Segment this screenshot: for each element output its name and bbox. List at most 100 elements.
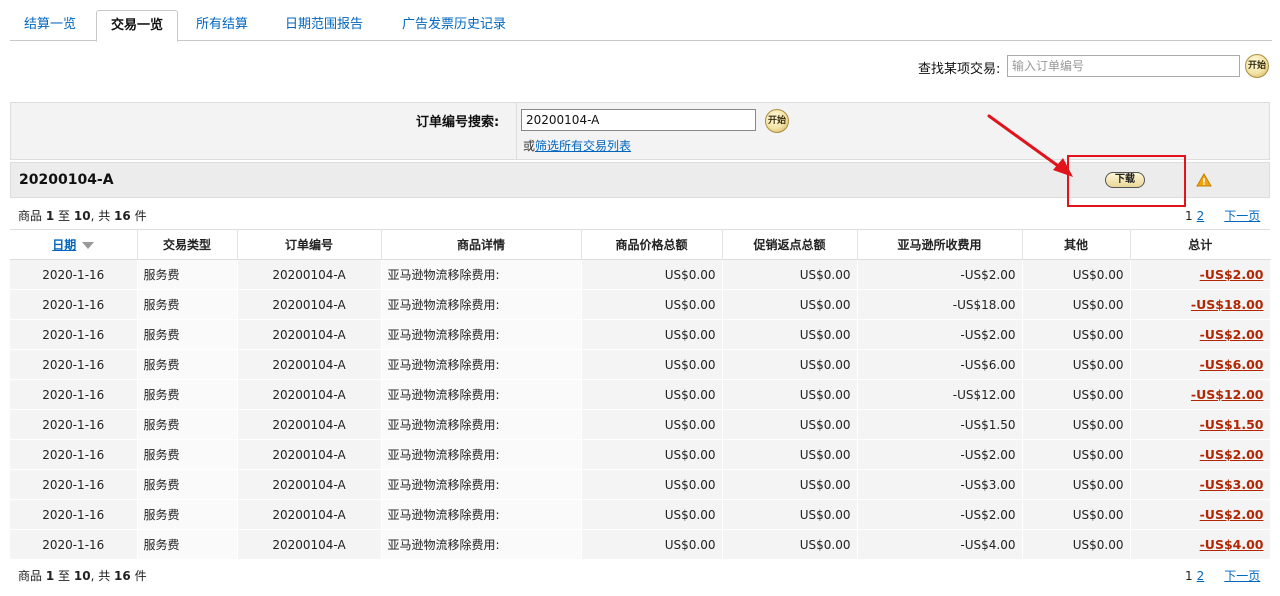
cell-detail: 亚马逊物流移除费用: [381,289,582,320]
table-row: 2020-1-16 服务费 20200104-A 亚马逊物流移除费用: US$0.00 U… [10,469,1271,500]
cell-other: US$0.00 [1022,409,1131,440]
cell-total: -US$2.00 [1130,439,1271,470]
cell-date: 2020-1-16 [10,499,138,530]
cell-total: -US$12.00 [1130,379,1271,410]
table-header-row: 日期 交易类型 订单编号 商品详情 商品价格总额 促销返点总额 亚马逊所收费用 … [10,229,1270,260]
cell-type: 服务费 [137,349,238,380]
cell-date: 2020-1-16 [10,349,138,380]
column-header-price-total: 商品价格总额 [581,229,723,260]
column-header-order: 订单编号 [237,229,382,260]
cell-detail: 亚马逊物流移除费用: [381,409,582,440]
cell-detail: 亚马逊物流移除费用: [381,349,582,380]
panel-divider [516,103,517,159]
cell-total: -US$3.00 [1130,469,1271,500]
cell-type: 服务费 [137,319,238,350]
total-amount-link[interactable]: -US$2.00 [1200,267,1264,282]
cell-promo-total: US$0.00 [722,349,858,380]
cell-promo-total: US$0.00 [722,439,858,470]
cell-other: US$0.00 [1022,319,1131,350]
cell-promo-total: US$0.00 [722,499,858,530]
cell-total: -US$1.50 [1130,409,1271,440]
cell-other: US$0.00 [1022,499,1131,530]
tab-ad-invoice-history[interactable]: 广告发票历史记录 [384,10,524,41]
total-amount-link[interactable]: -US$2.00 [1200,507,1264,522]
total-amount-link[interactable]: -US$2.00 [1200,327,1264,342]
cell-detail: 亚马逊物流移除费用: [381,319,582,350]
cell-price-total: US$0.00 [581,319,723,350]
cell-promo-total: US$0.00 [722,379,858,410]
cell-date: 2020-1-16 [10,529,138,560]
tab-bar: 结算一览 交易一览 所有结算 日期范围报告 广告发票历史记录 [10,10,1272,42]
total-amount-link[interactable]: -US$3.00 [1200,477,1264,492]
cell-order: 20200104-A [237,499,382,530]
cell-other: US$0.00 [1022,379,1131,410]
order-search-input[interactable] [521,109,756,131]
column-header-other: 其他 [1022,229,1131,260]
cell-amazon-fees: -US$2.00 [857,319,1023,350]
cell-type: 服务费 [137,439,238,470]
cell-promo-total: US$0.00 [722,289,858,320]
column-header-date[interactable]: 日期 [10,229,138,260]
cell-total: -US$18.00 [1130,289,1271,320]
cell-type: 服务费 [137,409,238,440]
cell-price-total: US$0.00 [581,379,723,410]
cell-amazon-fees: -US$12.00 [857,379,1023,410]
table-row: 2020-1-16 服务费 20200104-A 亚马逊物流移除费用: US$0.00 U… [10,289,1271,320]
cell-total: -US$2.00 [1130,319,1271,350]
cell-promo-total: US$0.00 [722,259,858,290]
table-row: 2020-1-16 服务费 20200104-A 亚马逊物流移除费用: US$0.00 U… [10,259,1271,290]
annotation-arrow-icon [987,114,1073,177]
cell-detail: 亚马逊物流移除费用: [381,379,582,410]
cell-total: -US$2.00 [1130,259,1271,290]
total-amount-link[interactable]: -US$2.00 [1200,447,1264,462]
cell-date: 2020-1-16 [10,439,138,470]
cell-amazon-fees: -US$18.00 [857,289,1023,320]
tab-transaction-summary[interactable]: 交易一览 [96,10,178,42]
cell-other: US$0.00 [1022,259,1131,290]
cell-detail: 亚马逊物流移除费用: [381,259,582,290]
order-search-label: 订单编号搜索: [416,115,500,130]
cell-other: US$0.00 [1022,289,1131,320]
warning-icon[interactable] [1196,173,1212,187]
cell-amazon-fees: -US$4.00 [857,529,1023,560]
cell-total: -US$6.00 [1130,349,1271,380]
total-amount-link[interactable]: -US$1.50 [1200,417,1264,432]
table-row: 2020-1-16 服务费 20200104-A 亚马逊物流移除费用: US$0.00 U… [10,439,1271,470]
cell-order: 20200104-A [237,469,382,500]
order-search-go-button[interactable]: 开始 [765,109,789,133]
next-page-link[interactable]: 下一页 [1224,569,1260,583]
total-amount-link[interactable]: -US$4.00 [1200,537,1264,552]
table-row: 2020-1-16 服务费 20200104-A 亚马逊物流移除费用: US$0.00 U… [10,379,1271,410]
find-go-button[interactable]: 开始 [1245,54,1269,78]
column-header-promo-total: 促销返点总额 [722,229,858,260]
cell-total: -US$4.00 [1130,529,1271,560]
cell-other: US$0.00 [1022,469,1131,500]
cell-amazon-fees: -US$2.00 [857,259,1023,290]
cell-promo-total: US$0.00 [722,469,858,500]
page-current: 1 [1185,209,1193,223]
cell-amazon-fees: -US$1.50 [857,409,1023,440]
total-amount-link[interactable]: -US$12.00 [1191,387,1264,402]
column-header-amazon-fees: 亚马逊所收费用 [857,229,1023,260]
total-amount-link[interactable]: -US$6.00 [1200,357,1264,372]
cell-type: 服务费 [137,259,238,290]
cell-price-total: US$0.00 [581,529,723,560]
next-page-link[interactable]: 下一页 [1224,209,1260,223]
table-row: 2020-1-16 服务费 20200104-A 亚马逊物流移除费用: US$0.00 U… [10,409,1271,440]
page-2-link[interactable]: 2 [1197,569,1205,583]
filter-all-transactions-link[interactable]: 筛选所有交易列表 [535,139,631,153]
tab-all-settlements[interactable]: 所有结算 [182,10,262,41]
cell-date: 2020-1-16 [10,259,138,290]
cell-type: 服务费 [137,379,238,410]
cell-detail: 亚马逊物流移除费用: [381,439,582,470]
sort-down-icon[interactable] [82,242,95,249]
cell-order: 20200104-A [237,409,382,440]
tab-date-range-reports[interactable]: 日期范围报告 [268,10,380,41]
cell-date: 2020-1-16 [10,409,138,440]
page-2-link[interactable]: 2 [1197,209,1205,223]
cell-price-total: US$0.00 [581,259,723,290]
total-amount-link[interactable]: -US$18.00 [1191,297,1264,312]
tab-settlement-summary[interactable]: 结算一览 [10,10,90,41]
find-transaction-input[interactable] [1007,55,1240,77]
cell-price-total: US$0.00 [581,409,723,440]
